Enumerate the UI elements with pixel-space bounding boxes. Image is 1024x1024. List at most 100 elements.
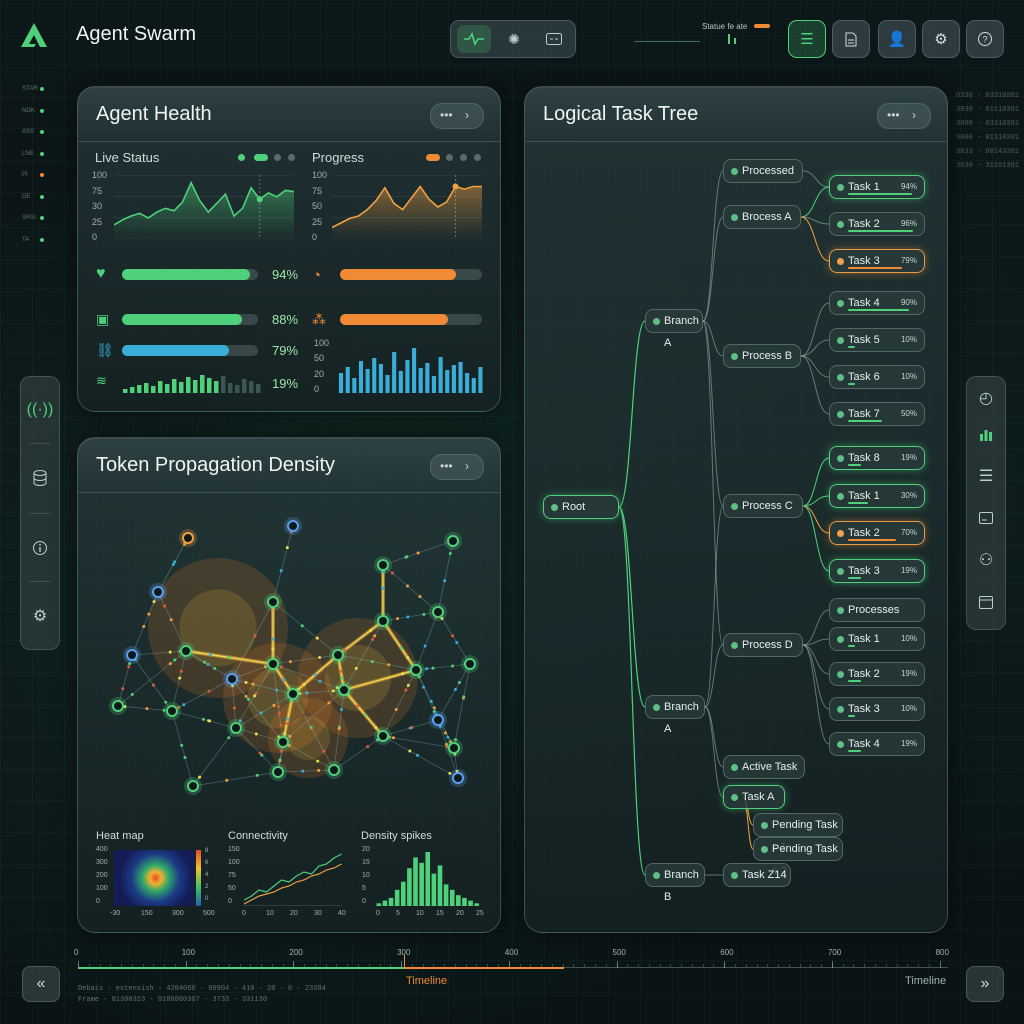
- left-tick-label: LNE: [22, 150, 34, 157]
- speed-icon: ◔: [312, 267, 322, 284]
- density-bar: [382, 900, 388, 906]
- tree-node-branch-a2[interactable]: Branch A: [645, 695, 705, 735]
- task-percent: 10%: [900, 634, 917, 643]
- status-dot: [837, 706, 844, 713]
- tree-node-pending2[interactable]: Pending Task s 2: [753, 837, 843, 877]
- tree-node-root[interactable]: Root: [543, 495, 619, 519]
- network-node: [230, 722, 242, 734]
- tree-task-node[interactable]: Task 2 19%: [829, 662, 925, 686]
- tree-node-processed[interactable]: Processed: [723, 159, 803, 183]
- sidebar-settings-button[interactable]: ⚙: [21, 597, 59, 635]
- sidebar-window-button[interactable]: [967, 499, 1005, 537]
- task-progress-bar: [848, 420, 882, 422]
- user-icon: 👤: [887, 31, 907, 48]
- status-tick: [734, 38, 736, 44]
- tree-task-node[interactable]: Task 4 90%: [829, 291, 925, 315]
- tree-node-process-d[interactable]: Process D: [723, 633, 803, 657]
- tree-task-node[interactable]: Task 3 19%: [829, 559, 925, 583]
- left-tick-label: SRSI: [22, 215, 37, 221]
- tree-task-node[interactable]: Task 5 10%: [829, 328, 925, 352]
- panel-menu-button[interactable]: ••• ›: [430, 454, 484, 480]
- list-view-button[interactable]: ☰: [788, 20, 826, 58]
- heat-y-tick: 200: [96, 872, 108, 879]
- spark-bar: [186, 377, 191, 393]
- status-tick: [728, 34, 730, 44]
- side-code: 0330 - 03310001: [956, 92, 1020, 100]
- calendar-icon: [979, 596, 993, 609]
- panel-menu-button[interactable]: ••• ›: [430, 103, 484, 129]
- density-bar: [456, 895, 461, 906]
- tree-task-node[interactable]: Task 1 10%: [829, 627, 925, 651]
- tree-task-node[interactable]: Task 2 70%: [829, 521, 925, 545]
- pulse-icon: [464, 32, 484, 46]
- tree-task-node[interactable]: Task 3 10%: [829, 697, 925, 721]
- tree-node-process-b[interactable]: Process B: [723, 344, 801, 368]
- tree-task-node[interactable]: Task 8 19%: [829, 446, 925, 470]
- token-particle: [446, 735, 450, 739]
- token-particle: [462, 695, 466, 699]
- sidebar-info-button[interactable]: [21, 529, 59, 567]
- tree-task-node[interactable]: Task 2 96%: [829, 212, 925, 236]
- y-tick-label: 0: [312, 232, 318, 242]
- token-particle: [443, 731, 447, 735]
- task-progress-bar: [848, 502, 869, 504]
- tree-node-branch-a[interactable]: Branch A: [645, 309, 703, 349]
- chart-area: [332, 186, 482, 239]
- side-code: 3000 - 01310301: [956, 134, 1020, 142]
- tree-node-branch-b[interactable]: Branch B: [645, 863, 705, 903]
- sidebar-database-button[interactable]: [21, 459, 59, 497]
- tree-node-task-z14[interactable]: Task Z14: [723, 863, 791, 887]
- document-button[interactable]: [832, 20, 870, 58]
- activity-bar: [372, 358, 377, 393]
- tree-node-pending1[interactable]: Pending Task s 1: [753, 813, 843, 853]
- token-particle: [313, 673, 317, 677]
- timeline-forward-button[interactable]: »: [966, 966, 1004, 1002]
- tree-task-node[interactable]: Task 4 19%: [829, 732, 925, 756]
- activity-bar: [431, 376, 437, 393]
- help-button[interactable]: ?: [966, 20, 1004, 58]
- tree-node-processes[interactable]: Processes: [829, 598, 925, 622]
- tree-task-node[interactable]: Task 3 79%: [829, 249, 925, 273]
- sidebar-people-button[interactable]: ⚇: [967, 541, 1005, 579]
- tree-node-active-task[interactable]: Active Task: [723, 755, 805, 779]
- token-particle: [443, 579, 447, 583]
- tree-task-node[interactable]: Task 1 30%: [829, 484, 925, 508]
- pulse-view-button[interactable]: [457, 25, 491, 53]
- terminal-view-button[interactable]: [537, 25, 571, 53]
- sidebar-broadcast-button[interactable]: ((·)): [21, 391, 59, 429]
- node-label: Task 8: [848, 452, 880, 464]
- tree-task-node[interactable]: Task 6 10%: [829, 365, 925, 389]
- conn-y-tick: 75: [228, 872, 236, 879]
- sidebar-chart-button[interactable]: [967, 415, 1005, 453]
- token-particle: [201, 717, 205, 721]
- settings-button[interactable]: ⚙: [922, 20, 960, 58]
- activity-bar: [339, 373, 344, 393]
- chevron-right-icon: ›: [465, 459, 469, 473]
- token-particle: [316, 759, 320, 763]
- network-node: [332, 649, 344, 661]
- density-bar: [431, 873, 437, 906]
- timeline-tick-label: 700: [827, 948, 842, 957]
- token-particle: [182, 703, 186, 707]
- sidebar-calendar-button[interactable]: [967, 583, 1005, 621]
- network-icon: ✺: [508, 30, 520, 47]
- tree-link: [802, 457, 830, 507]
- density-y-tick: 10: [362, 872, 370, 879]
- tree-node-task-a[interactable]: Task A: [723, 785, 785, 809]
- timeline-back-button[interactable]: «: [22, 966, 60, 1002]
- network-view-button[interactable]: ✺: [497, 25, 531, 53]
- sidebar-list-button[interactable]: ☰: [967, 457, 1005, 495]
- user-button[interactable]: 👤: [878, 20, 916, 58]
- sidebar-gauge-button[interactable]: ◴: [967, 379, 1005, 417]
- tree-task-node[interactable]: Task 1 94%: [829, 175, 925, 199]
- tree-task-node[interactable]: Task 7 50%: [829, 402, 925, 426]
- heat-scale-bar: [196, 850, 201, 906]
- timeline-cursor[interactable]: [404, 955, 405, 969]
- tree-node-process-c[interactable]: Process C: [723, 494, 803, 518]
- token-particle: [371, 637, 375, 641]
- divider: [29, 513, 51, 514]
- tree-node-brocess-a[interactable]: Brocess A: [723, 205, 801, 229]
- token-particle: [277, 712, 281, 716]
- help-icon: ?: [978, 32, 992, 46]
- heat-y-tick: 100: [96, 885, 108, 892]
